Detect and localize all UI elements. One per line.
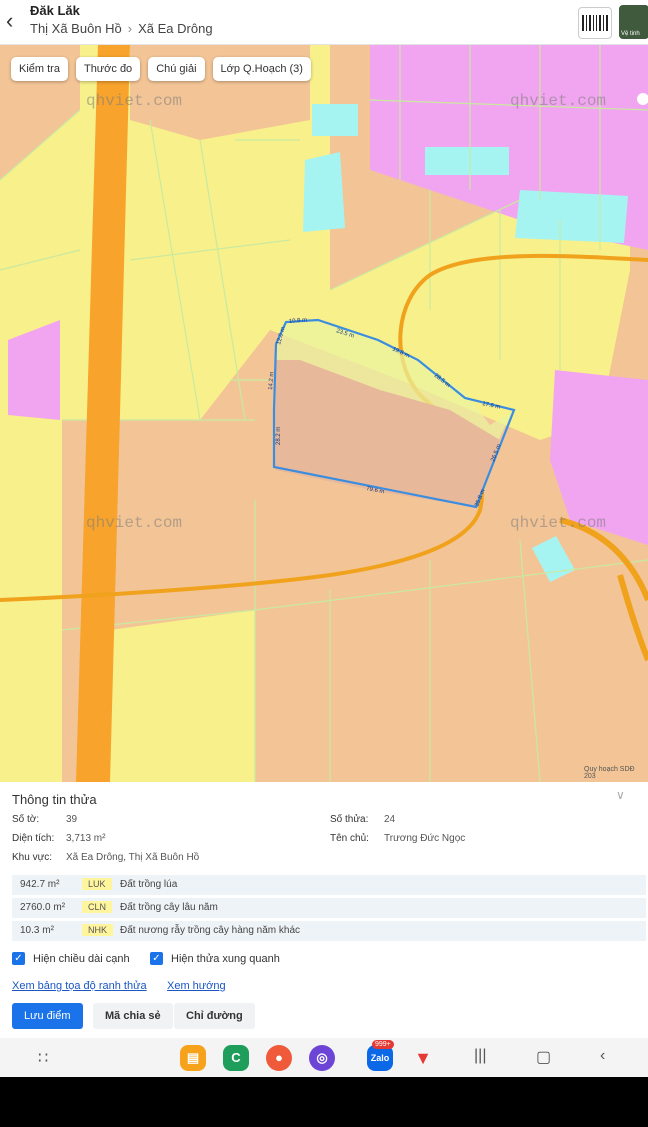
panel-title: Thông tin thửa xyxy=(12,792,97,807)
owner-value: Trương Đức Ngọc xyxy=(384,833,466,844)
direction-link[interactable]: Xem hướng xyxy=(167,980,226,992)
sheet-value: 39 xyxy=(66,814,78,825)
show-edge-length-checkbox[interactable]: ✓ Hiện chiều dài cạnh xyxy=(12,952,130,965)
water-3 xyxy=(303,152,345,232)
land-use-code: LUK xyxy=(82,878,112,890)
watermark-2: qhviet.com xyxy=(510,92,606,110)
map-credit: Quy hoạch SDĐ 203 xyxy=(584,766,635,780)
browser-icon[interactable]: ◎ xyxy=(309,1045,335,1071)
land-use-code: NHK xyxy=(82,924,114,936)
barcode-icon[interactable] xyxy=(578,7,612,39)
show-neighbors-label: Hiện thửa xung quanh xyxy=(171,952,280,965)
checkmark-icon: ✓ xyxy=(12,952,25,965)
region-row: Khu vực: Xã Ea Drông, Thị Xã Buôn Hồ xyxy=(12,852,199,863)
land-use-area: 2760.0 m² xyxy=(20,902,66,913)
legend-button[interactable]: Chú giải xyxy=(148,57,205,81)
contacts-icon[interactable]: ● xyxy=(266,1045,292,1071)
save-point-button[interactable]: Lưu điểm xyxy=(12,1003,83,1029)
breadcrumb-town[interactable]: Thị Xã Buôn Hồ xyxy=(30,21,122,36)
satellite-label: Vệ tinh xyxy=(621,31,640,37)
show-edge-length-label: Hiện chiều dài cạnh xyxy=(33,952,130,965)
directions-button[interactable]: Chỉ đường xyxy=(174,1003,255,1029)
area-row: Diện tích: 3,713 m² xyxy=(12,833,105,844)
header: ‹ Đăk Lăk Thị Xã Buôn Hồ › Xã Ea Drông V… xyxy=(0,0,648,45)
breadcrumb: Thị Xã Buôn Hồ › Xã Ea Drông xyxy=(30,21,213,36)
files-icon[interactable]: ▤ xyxy=(180,1045,206,1071)
show-neighbors-checkbox[interactable]: ✓ Hiện thửa xung quanh xyxy=(150,952,280,965)
land-use-code: CLN xyxy=(82,901,113,913)
land-use-desc: Đất trồng lúa xyxy=(120,879,178,890)
area-label: Diện tích: xyxy=(12,833,55,844)
area-value: 3,713 m² xyxy=(66,833,106,844)
land-use-area: 942.7 m² xyxy=(20,879,60,890)
sheet-label: Số tờ: xyxy=(12,814,40,825)
region-label: Khu vực: xyxy=(12,852,53,863)
share-code-button[interactable]: Mã chia sẻ xyxy=(93,1003,173,1029)
screen: ‹ Đăk Lăk Thị Xã Buôn Hồ › Xã Ea Drông V… xyxy=(0,0,648,1077)
sheet-row: Số tờ: 39 xyxy=(12,814,77,825)
province-title: Đăk Lăk xyxy=(30,3,80,18)
plot-label: Số thửa: xyxy=(330,814,369,825)
apps-grid-icon[interactable]: ∷ xyxy=(38,1048,48,1068)
map-canvas[interactable]: 10.8 m 23.5 m 19.8 m 28.5 m 17.6 m 26.5 … xyxy=(0,44,648,782)
back-arrow-icon[interactable]: ‹ xyxy=(6,8,24,34)
water-2 xyxy=(425,147,509,175)
home-icon[interactable]: ▢ xyxy=(536,1047,551,1067)
edge-label-9: 28.2 m xyxy=(276,427,282,445)
recents-icon[interactable]: ||| xyxy=(474,1047,486,1065)
chevron-down-icon[interactable]: ∨ xyxy=(616,788,625,802)
region-value: Xã Ea Drông, Thị Xã Buôn Hồ xyxy=(66,852,200,863)
maps-icon[interactable]: ▼ xyxy=(410,1045,436,1071)
land-use-area: 10.3 m² xyxy=(20,925,54,936)
watermark-1: qhviet.com xyxy=(86,92,182,110)
chevron-right-icon: › xyxy=(127,21,133,36)
owner-row: Tên chủ: Trương Đức Ngọc xyxy=(330,833,465,844)
planning-layer-button[interactable]: Lớp Q.Hoạch (3) xyxy=(212,57,311,81)
land-use-row: 10.3 m² NHK Đất nương rẫy trồng cây hàng… xyxy=(12,921,646,942)
zone-rice-s xyxy=(110,610,255,782)
land-use-desc: Đất trồng cây lâu năm xyxy=(120,902,218,913)
back-icon[interactable]: ‹ xyxy=(600,1047,605,1065)
breadcrumb-commune[interactable]: Xã Ea Drông xyxy=(138,21,212,36)
checkmark-icon: ✓ xyxy=(150,952,163,965)
map-svg: 10.8 m 23.5 m 19.8 m 28.5 m 17.6 m 26.5 … xyxy=(0,44,648,782)
zalo-badge: 999+ xyxy=(372,1040,394,1049)
owner-label: Tên chủ: xyxy=(330,833,369,844)
map-toolbar: Kiểm tra Thước đo Chú giải Lớp Q.Hoạch (… xyxy=(11,57,311,81)
water-4 xyxy=(515,190,628,243)
water-1 xyxy=(312,104,358,136)
check-button[interactable]: Kiểm tra xyxy=(11,57,68,81)
watermark-4: qhviet.com xyxy=(510,514,606,532)
land-use-row: 2760.0 m² CLN Đất trồng cây lâu năm xyxy=(12,898,646,919)
phone-icon[interactable]: C xyxy=(223,1045,249,1071)
satellite-toggle-thumbnail[interactable]: Vệ tinh xyxy=(619,5,648,39)
parcel-info-panel: Thông tin thửa ∨ Số tờ: 39 Số thửa: 24 D… xyxy=(0,782,648,1038)
measure-button[interactable]: Thước đo xyxy=(75,57,141,81)
watermark-3: qhviet.com xyxy=(86,514,182,532)
land-use-row: 942.7 m² LUK Đất trồng lúa xyxy=(12,875,646,896)
plot-value: 24 xyxy=(384,814,396,825)
plot-row: Số thửa: 24 xyxy=(330,814,395,825)
land-use-desc: Đất nương rẫy trồng cây hàng năm khác xyxy=(120,925,301,936)
coords-table-link[interactable]: Xem bảng tọa độ ranh thửa xyxy=(12,980,147,992)
